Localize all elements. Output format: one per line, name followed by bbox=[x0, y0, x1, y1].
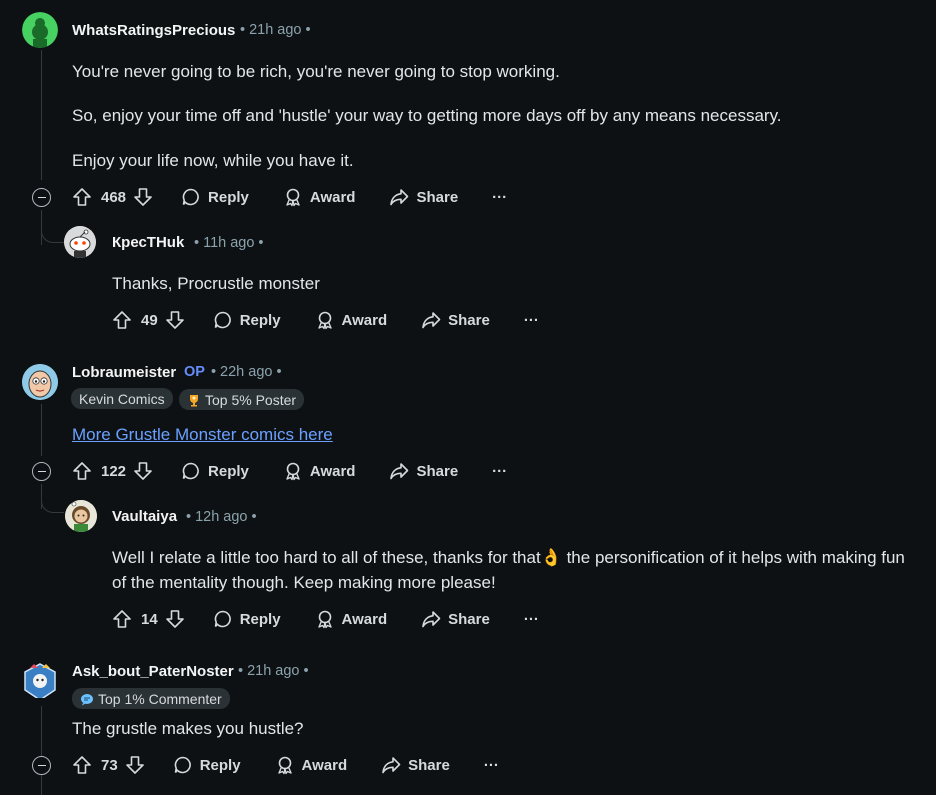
more-options-button[interactable]: ··· bbox=[524, 312, 539, 329]
username[interactable]: Lobraumeister bbox=[72, 364, 176, 381]
reply-button[interactable]: Reply bbox=[181, 461, 249, 481]
comic-link[interactable]: More Grustle Monster comics here bbox=[72, 422, 333, 447]
downvote-icon[interactable] bbox=[165, 609, 185, 629]
thread-line bbox=[41, 404, 42, 456]
avatar[interactable] bbox=[64, 226, 96, 258]
username[interactable]: КресТНuk bbox=[112, 234, 184, 251]
comment-time: • 11h ago • bbox=[194, 235, 264, 251]
user-flair: Kevin Comics bbox=[71, 388, 173, 409]
collapse-button[interactable] bbox=[32, 756, 51, 775]
collapse-button[interactable] bbox=[32, 462, 51, 481]
avatar[interactable] bbox=[22, 12, 58, 48]
upvote-icon[interactable] bbox=[112, 310, 132, 330]
comment-body: So, enjoy your time off and 'hustle' you… bbox=[72, 106, 782, 125]
share-icon bbox=[422, 611, 441, 628]
commenter-badge-icon bbox=[81, 693, 93, 705]
vote-count: 14 bbox=[141, 610, 158, 628]
reply-icon bbox=[174, 756, 191, 774]
share-icon bbox=[382, 757, 401, 774]
top-commenter-badge: Top 1% Commenter bbox=[72, 688, 230, 709]
upvote-icon[interactable] bbox=[72, 461, 92, 481]
share-button[interactable]: Share bbox=[381, 755, 450, 775]
downvote-icon[interactable] bbox=[125, 755, 145, 775]
vote-count: 49 bbox=[141, 311, 158, 329]
more-options-button[interactable]: ··· bbox=[524, 611, 539, 628]
reply-button[interactable]: Reply bbox=[173, 755, 241, 775]
comment-body: Well I relate a little too hard to all o… bbox=[112, 548, 905, 592]
award-icon bbox=[277, 756, 292, 775]
comment-body: You're never going to be rich, you're ne… bbox=[72, 62, 560, 81]
comment-body: The grustle makes you hustle? bbox=[72, 719, 304, 738]
share-button[interactable]: Share bbox=[389, 187, 458, 207]
reply-icon bbox=[214, 311, 231, 329]
reply-icon bbox=[182, 188, 199, 206]
more-options-button[interactable]: ··· bbox=[484, 757, 499, 774]
top-poster-badge: Top 5% Poster bbox=[179, 389, 305, 410]
award-icon bbox=[286, 188, 300, 207]
comment-actions: 49 Reply Award Share ··· bbox=[112, 304, 539, 336]
thread-line bbox=[41, 50, 42, 180]
thread-line bbox=[41, 706, 42, 756]
more-options-button[interactable]: ··· bbox=[492, 189, 507, 206]
thread-branch bbox=[41, 210, 64, 243]
comment-time: • 21h ago • bbox=[238, 663, 309, 679]
award-icon bbox=[286, 462, 300, 481]
award-icon bbox=[317, 311, 332, 330]
downvote-icon[interactable] bbox=[133, 187, 153, 207]
downvote-icon[interactable] bbox=[133, 461, 153, 481]
reply-button[interactable]: Reply bbox=[213, 609, 281, 629]
downvote-icon[interactable] bbox=[165, 310, 185, 330]
award-button[interactable]: Award bbox=[275, 755, 347, 775]
award-button[interactable]: Award bbox=[283, 187, 355, 207]
upvote-icon[interactable] bbox=[72, 187, 92, 207]
reply-icon bbox=[182, 462, 199, 480]
reply-button[interactable]: Reply bbox=[213, 310, 281, 330]
vote-count: 122 bbox=[101, 462, 127, 480]
comment-time: • 12h ago • bbox=[186, 509, 257, 525]
share-button[interactable]: Share bbox=[421, 609, 490, 629]
username[interactable]: WhatsRatingsPrecious bbox=[72, 22, 235, 39]
avatar[interactable] bbox=[22, 364, 58, 400]
username[interactable]: Ask_bout_PaterNoster bbox=[72, 663, 234, 680]
op-label: OP bbox=[184, 364, 205, 380]
collapse-button[interactable] bbox=[32, 188, 51, 207]
more-options-button[interactable]: ··· bbox=[492, 463, 507, 480]
vote-count: 468 bbox=[101, 188, 127, 206]
comment-actions: 14 Reply Award Share ··· bbox=[112, 603, 539, 635]
share-button[interactable]: Share bbox=[421, 310, 490, 330]
username[interactable]: Vaultaiya bbox=[112, 508, 177, 525]
award-button[interactable]: Award bbox=[283, 461, 355, 481]
comment-time: • 21h ago • bbox=[240, 22, 311, 38]
comment-body: Thanks, Procrustle monster bbox=[112, 274, 320, 293]
vote-count: 73 bbox=[101, 756, 118, 774]
avatar[interactable] bbox=[22, 662, 58, 698]
comment-time: OP • 22h ago • bbox=[184, 364, 282, 380]
upvote-icon[interactable] bbox=[72, 755, 92, 775]
reply-button[interactable]: Reply bbox=[181, 187, 249, 207]
comment-actions: 468 Reply Award Share ··· bbox=[72, 181, 507, 213]
share-icon bbox=[390, 463, 409, 480]
comment-actions: 122 Reply Award Share ··· bbox=[72, 455, 507, 487]
share-button[interactable]: Share bbox=[389, 461, 458, 481]
avatar[interactable] bbox=[65, 500, 97, 532]
award-icon bbox=[317, 610, 332, 629]
thread-branch bbox=[41, 484, 64, 513]
comment-actions: 73 Reply Award Share ··· bbox=[72, 749, 499, 781]
trophy-icon bbox=[190, 394, 198, 406]
award-button[interactable]: Award bbox=[315, 310, 387, 330]
thread-line bbox=[41, 775, 42, 795]
share-icon bbox=[390, 189, 409, 206]
reply-icon bbox=[214, 610, 231, 628]
upvote-icon[interactable] bbox=[112, 609, 132, 629]
comment-body: Enjoy your life now, while you have it. bbox=[72, 151, 354, 170]
award-button[interactable]: Award bbox=[315, 609, 387, 629]
share-icon bbox=[422, 312, 441, 329]
